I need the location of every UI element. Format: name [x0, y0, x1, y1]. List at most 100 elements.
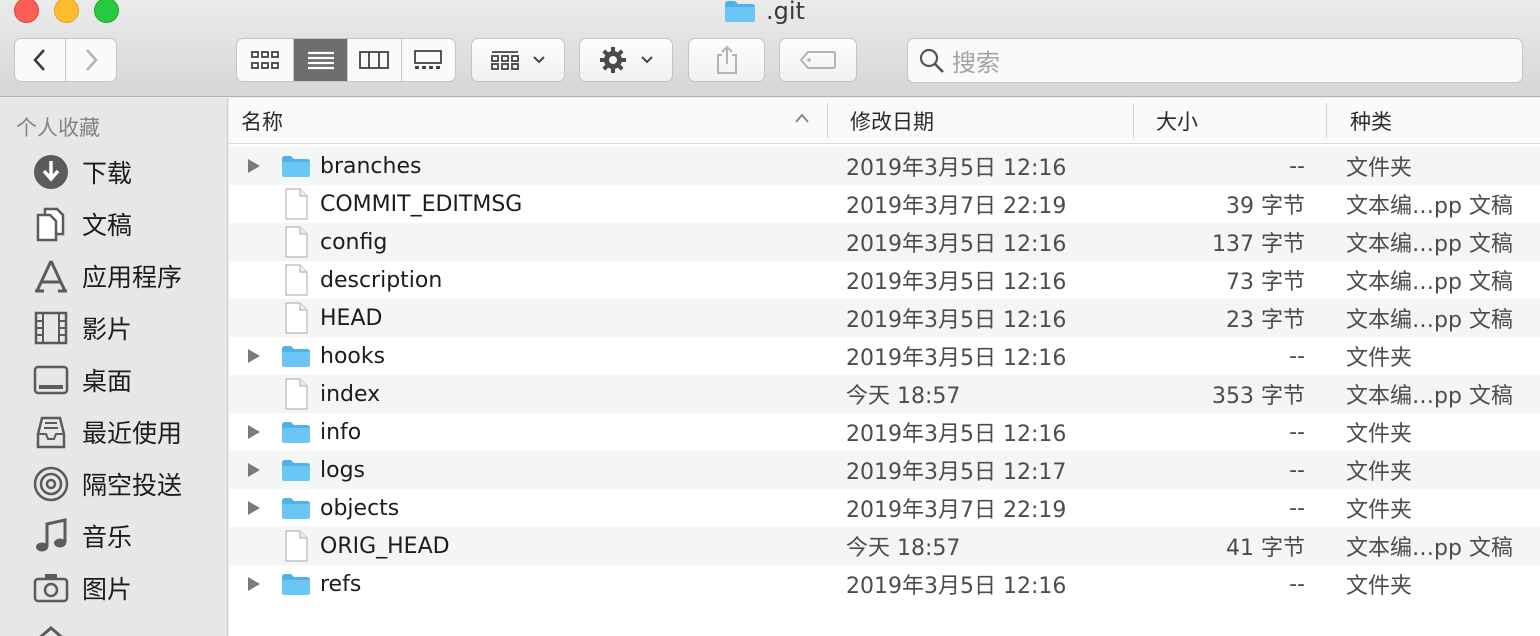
file-name: ORIG_HEAD [320, 533, 450, 559]
file-list: 名称 修改日期 大小 种类 branches 2019年3月5日 12:16 -- 文… [229, 98, 1540, 636]
sidebar-item-applications[interactable]: 应用程序 [32, 254, 182, 298]
gallery-view-button[interactable] [402, 39, 456, 81]
document-icon [281, 223, 311, 261]
disclosure-triangle-icon[interactable] [246, 147, 262, 185]
file-kind: 文件夹 [1346, 156, 1413, 181]
table-row[interactable]: objects 2019年3月7日 22:19 -- 文件夹 [229, 489, 1540, 527]
movies-icon [32, 309, 70, 347]
file-kind: 文本编…pp 文稿 [1346, 308, 1513, 333]
sidebar: 个人收藏 下载 文稿 应用程序 影片 桌面 最近使用 隔空投送 音乐 图片 [0, 98, 228, 636]
window-title: .git [724, 0, 805, 26]
table-row[interactable]: description 2019年3月5日 12:16 73 字节 文本编…pp 文稿 [229, 261, 1540, 299]
forward-button[interactable] [66, 39, 116, 81]
sidebar-item-downloads[interactable]: 下载 [32, 150, 132, 194]
column-divider[interactable] [1133, 103, 1134, 138]
table-row[interactable]: HEAD 2019年3月5日 12:16 23 字节 文本编…pp 文稿 [229, 299, 1540, 337]
column-divider[interactable] [827, 103, 828, 138]
search-field[interactable]: 搜索 [907, 38, 1523, 83]
list-view-button[interactable] [294, 39, 348, 81]
window-title-text: .git [766, 0, 805, 25]
disclosure-triangle-icon[interactable] [246, 451, 262, 489]
file-name: info [320, 419, 362, 445]
home-icon [32, 621, 70, 636]
sidebar-item-recents[interactable]: 最近使用 [32, 410, 182, 454]
file-size: 353 字节 [1212, 384, 1305, 409]
column-header-size[interactable]: 大小 [1156, 98, 1198, 143]
recents-icon [32, 413, 70, 451]
sidebar-heading-favorites: 个人收藏 [16, 116, 100, 140]
documents-icon [32, 205, 70, 243]
icon-view-button[interactable] [237, 39, 295, 81]
share-button[interactable] [688, 38, 765, 82]
close-window-button[interactable] [14, 0, 39, 23]
column-header-name[interactable]: 名称 [241, 98, 283, 143]
file-date: 2019年3月5日 12:16 [846, 270, 1067, 295]
table-row[interactable]: info 2019年3月5日 12:16 -- 文件夹 [229, 413, 1540, 451]
file-size: 137 字节 [1212, 232, 1305, 257]
zoom-window-button[interactable] [94, 0, 119, 23]
tag-icon [799, 51, 836, 69]
sidebar-item-label: 音乐 [82, 523, 133, 552]
share-icon [716, 45, 737, 74]
column-header-row: 名称 修改日期 大小 种类 [229, 98, 1540, 144]
file-kind: 文件夹 [1346, 460, 1413, 485]
table-row[interactable]: hooks 2019年3月5日 12:16 -- 文件夹 [229, 337, 1540, 375]
back-button[interactable] [15, 39, 66, 81]
disclosure-triangle-icon[interactable] [246, 565, 262, 603]
table-row[interactable]: config 2019年3月5日 12:16 137 字节 文本编…pp 文稿 [229, 223, 1540, 261]
file-date: 2019年3月5日 12:16 [846, 156, 1067, 181]
disclosure-triangle-icon[interactable] [246, 489, 262, 527]
tags-button[interactable] [779, 38, 857, 82]
sidebar-item-label: 影片 [82, 315, 133, 344]
file-size: -- [1289, 343, 1305, 369]
file-name: index [320, 381, 381, 407]
document-icon [281, 527, 311, 565]
chevron-down-icon [641, 56, 653, 64]
table-row[interactable]: logs 2019年3月5日 12:17 -- 文件夹 [229, 451, 1540, 489]
file-date: 2019年3月5日 12:16 [846, 308, 1067, 333]
minimize-window-button[interactable] [54, 0, 79, 23]
file-date: 2019年3月5日 12:16 [846, 422, 1067, 447]
table-row[interactable]: index 今天 18:57 353 字节 文本编…pp 文稿 [229, 375, 1540, 413]
sidebar-item-desktop[interactable]: 桌面 [32, 358, 132, 402]
table-row[interactable]: COMMIT_EDITMSG 2019年3月7日 22:19 39 字节 文本编…pp… [229, 185, 1540, 223]
table-row[interactable]: refs 2019年3月5日 12:16 -- 文件夹 [229, 565, 1540, 603]
sidebar-item-label: 下载 [82, 159, 133, 188]
column-divider[interactable] [1326, 103, 1327, 138]
music-icon [32, 517, 70, 555]
sidebar-item-documents[interactable]: 文稿 [32, 202, 132, 246]
table-row[interactable]: ORIG_HEAD 今天 18:57 41 字节 文本编…pp 文稿 [229, 527, 1540, 565]
chevron-left-icon [33, 49, 45, 71]
sidebar-item-pictures[interactable]: 图片 [32, 566, 132, 610]
folder-icon [281, 147, 311, 185]
column-view-button[interactable] [348, 39, 402, 81]
sidebar-item-movies[interactable]: 影片 [32, 306, 132, 350]
file-name: logs [320, 457, 365, 483]
table-row[interactable]: branches 2019年3月5日 12:16 -- 文件夹 [229, 147, 1540, 185]
document-icon [281, 261, 311, 299]
chevron-down-icon [533, 56, 545, 64]
file-name: refs [320, 571, 362, 597]
window-toolbar: .git 搜索 [0, 0, 1540, 97]
column-header-kind[interactable]: 种类 [1350, 98, 1392, 143]
group-by-button[interactable] [471, 38, 565, 82]
file-kind: 文件夹 [1346, 498, 1413, 523]
file-date: 2019年3月5日 12:16 [846, 232, 1067, 257]
folder-icon [281, 565, 311, 603]
disclosure-triangle-icon[interactable] [246, 413, 262, 451]
icon-grid-icon [251, 51, 280, 69]
disclosure-triangle-icon[interactable] [246, 337, 262, 375]
column-header-date[interactable]: 修改日期 [850, 98, 934, 143]
action-menu-button[interactable] [579, 38, 673, 82]
file-size: -- [1289, 571, 1305, 597]
document-icon [281, 299, 311, 337]
sidebar-item-music[interactable]: 音乐 [32, 514, 132, 558]
sidebar-item-airdrop[interactable]: 隔空投送 [32, 462, 182, 506]
gear-icon [600, 47, 626, 73]
columns-icon [359, 51, 390, 69]
sidebar-item-partial[interactable] [32, 618, 70, 636]
sidebar-item-label: 最近使用 [82, 419, 183, 448]
file-size: 41 字节 [1226, 536, 1305, 561]
file-kind: 文本编…pp 文稿 [1346, 536, 1513, 561]
folder-icon [724, 0, 756, 23]
